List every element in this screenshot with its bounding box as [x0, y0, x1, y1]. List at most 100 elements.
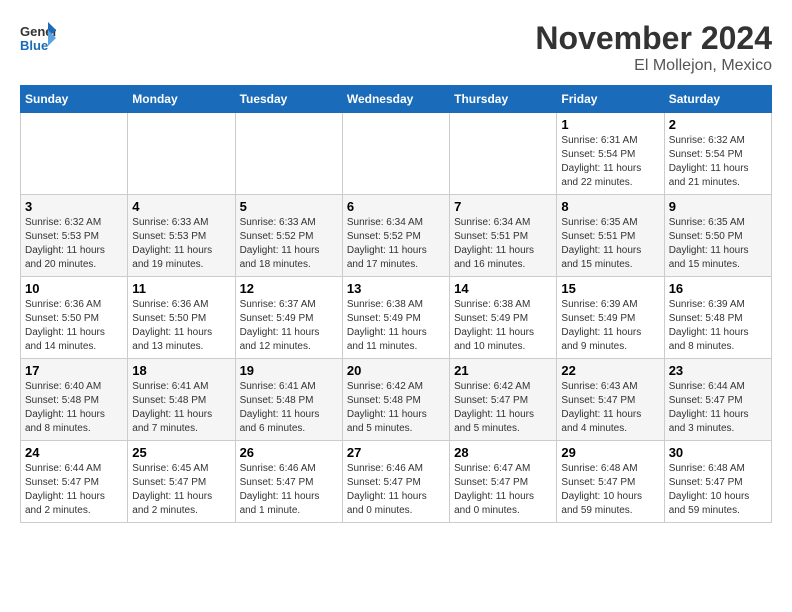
day-info: Sunrise: 6:33 AM Sunset: 5:53 PM Dayligh… [132, 216, 230, 272]
day-info: Sunrise: 6:32 AM Sunset: 5:53 PM Dayligh… [25, 216, 123, 272]
location-subtitle: El Mollejon, Mexico [535, 57, 772, 75]
calendar-cell: 21Sunrise: 6:42 AM Sunset: 5:47 PM Dayli… [450, 359, 557, 441]
calendar-cell [450, 113, 557, 195]
day-number: 19 [240, 363, 338, 378]
day-info: Sunrise: 6:35 AM Sunset: 5:51 PM Dayligh… [561, 216, 659, 272]
calendar-body: 1Sunrise: 6:31 AM Sunset: 5:54 PM Daylig… [21, 113, 772, 523]
calendar-cell: 28 Sunrise: 6:47 AM Sunset: 5:47 PM Dayli… [450, 441, 557, 523]
svg-text:Blue: Blue [20, 38, 48, 53]
day-info: Sunrise: 6:44 AM Sunset: 5:47 PM Dayligh… [669, 380, 767, 436]
day-number: 18 [132, 363, 230, 378]
page-header: General Blue November 2024 El Mollejon, … [20, 20, 772, 75]
day-number: 11 [132, 281, 230, 296]
calendar-cell: 17Sunrise: 6:40 AM Sunset: 5:48 PM Dayli… [21, 359, 128, 441]
calendar-cell: 18 Sunrise: 6:41 AM Sunset: 5:48 PM Dayli… [128, 359, 235, 441]
calendar-cell: 9 Sunrise: 6:35 AM Sunset: 5:50 PM Daylig… [664, 195, 771, 277]
day-number: 7 [454, 199, 552, 214]
day-info: Sunrise: 6:38 AM Sunset: 5:49 PM Dayligh… [454, 298, 552, 354]
calendar-cell [128, 113, 235, 195]
calendar-cell: 20 Sunrise: 6:42 AM Sunset: 5:48 PM Dayli… [342, 359, 449, 441]
day-info: Sunrise: 6:47 AM Sunset: 5:47 PM Dayligh… [454, 462, 552, 518]
day-number: 14 [454, 281, 552, 296]
day-number: 8 [561, 199, 659, 214]
calendar-cell [342, 113, 449, 195]
day-number: 12 [240, 281, 338, 296]
day-number: 5 [240, 199, 338, 214]
calendar-cell: 7Sunrise: 6:34 AM Sunset: 5:51 PM Daylig… [450, 195, 557, 277]
day-number: 25 [132, 445, 230, 460]
day-info: Sunrise: 6:31 AM Sunset: 5:54 PM Dayligh… [561, 134, 659, 190]
day-number: 20 [347, 363, 445, 378]
calendar-cell: 25 Sunrise: 6:45 AM Sunset: 5:47 PM Dayli… [128, 441, 235, 523]
day-info: Sunrise: 6:48 AM Sunset: 5:47 PM Dayligh… [561, 462, 659, 518]
day-number: 28 [454, 445, 552, 460]
calendar-cell [235, 113, 342, 195]
day-info: Sunrise: 6:37 AM Sunset: 5:49 PM Dayligh… [240, 298, 338, 354]
day-number: 3 [25, 199, 123, 214]
week-row-4: 17Sunrise: 6:40 AM Sunset: 5:48 PM Dayli… [21, 359, 772, 441]
day-info: Sunrise: 6:43 AM Sunset: 5:47 PM Dayligh… [561, 380, 659, 436]
day-info: Sunrise: 6:32 AM Sunset: 5:54 PM Dayligh… [669, 134, 767, 190]
day-number: 6 [347, 199, 445, 214]
header-row: SundayMondayTuesdayWednesdayThursdayFrid… [21, 86, 772, 113]
header-sunday: Sunday [21, 86, 128, 113]
week-row-2: 3 Sunrise: 6:32 AM Sunset: 5:53 PM Daylig… [21, 195, 772, 277]
day-info: Sunrise: 6:36 AM Sunset: 5:50 PM Dayligh… [25, 298, 123, 354]
calendar-cell: 5Sunrise: 6:33 AM Sunset: 5:52 PM Daylig… [235, 195, 342, 277]
calendar-cell: 24 Sunrise: 6:44 AM Sunset: 5:47 PM Dayli… [21, 441, 128, 523]
calendar-cell: 14 Sunrise: 6:38 AM Sunset: 5:49 PM Dayli… [450, 277, 557, 359]
header-monday: Monday [128, 86, 235, 113]
calendar-table: SundayMondayTuesdayWednesdayThursdayFrid… [20, 85, 772, 523]
day-number: 23 [669, 363, 767, 378]
day-info: Sunrise: 6:48 AM Sunset: 5:47 PM Dayligh… [669, 462, 767, 518]
day-number: 13 [347, 281, 445, 296]
month-title: November 2024 [535, 20, 772, 57]
day-info: Sunrise: 6:41 AM Sunset: 5:48 PM Dayligh… [240, 380, 338, 436]
calendar-cell: 8 Sunrise: 6:35 AM Sunset: 5:51 PM Daylig… [557, 195, 664, 277]
day-number: 10 [25, 281, 123, 296]
calendar-cell: 29 Sunrise: 6:48 AM Sunset: 5:47 PM Dayli… [557, 441, 664, 523]
day-info: Sunrise: 6:41 AM Sunset: 5:48 PM Dayligh… [132, 380, 230, 436]
calendar-cell: 13 Sunrise: 6:38 AM Sunset: 5:49 PM Dayli… [342, 277, 449, 359]
day-number: 16 [669, 281, 767, 296]
calendar-cell: 6 Sunrise: 6:34 AM Sunset: 5:52 PM Daylig… [342, 195, 449, 277]
calendar-cell: 2Sunrise: 6:32 AM Sunset: 5:54 PM Daylig… [664, 113, 771, 195]
day-number: 24 [25, 445, 123, 460]
logo-icon: General Blue [20, 20, 56, 56]
day-number: 17 [25, 363, 123, 378]
day-info: Sunrise: 6:35 AM Sunset: 5:50 PM Dayligh… [669, 216, 767, 272]
day-info: Sunrise: 6:39 AM Sunset: 5:48 PM Dayligh… [669, 298, 767, 354]
calendar-cell: 12 Sunrise: 6:37 AM Sunset: 5:49 PM Dayli… [235, 277, 342, 359]
calendar-cell: 1Sunrise: 6:31 AM Sunset: 5:54 PM Daylig… [557, 113, 664, 195]
day-info: Sunrise: 6:39 AM Sunset: 5:49 PM Dayligh… [561, 298, 659, 354]
day-number: 21 [454, 363, 552, 378]
day-number: 30 [669, 445, 767, 460]
day-number: 9 [669, 199, 767, 214]
calendar-cell: 16 Sunrise: 6:39 AM Sunset: 5:48 PM Dayli… [664, 277, 771, 359]
calendar-cell: 19 Sunrise: 6:41 AM Sunset: 5:48 PM Dayli… [235, 359, 342, 441]
calendar-cell: 26Sunrise: 6:46 AM Sunset: 5:47 PM Dayli… [235, 441, 342, 523]
week-row-5: 24 Sunrise: 6:44 AM Sunset: 5:47 PM Dayli… [21, 441, 772, 523]
day-info: Sunrise: 6:42 AM Sunset: 5:48 PM Dayligh… [347, 380, 445, 436]
week-row-1: 1Sunrise: 6:31 AM Sunset: 5:54 PM Daylig… [21, 113, 772, 195]
calendar-cell [21, 113, 128, 195]
day-info: Sunrise: 6:46 AM Sunset: 5:47 PM Dayligh… [240, 462, 338, 518]
day-info: Sunrise: 6:36 AM Sunset: 5:50 PM Dayligh… [132, 298, 230, 354]
calendar-cell: 23 Sunrise: 6:44 AM Sunset: 5:47 PM Dayli… [664, 359, 771, 441]
calendar-cell: 10 Sunrise: 6:36 AM Sunset: 5:50 PM Dayli… [21, 277, 128, 359]
week-row-3: 10 Sunrise: 6:36 AM Sunset: 5:50 PM Dayli… [21, 277, 772, 359]
header-wednesday: Wednesday [342, 86, 449, 113]
calendar-cell: 4 Sunrise: 6:33 AM Sunset: 5:53 PM Daylig… [128, 195, 235, 277]
logo: General Blue [20, 20, 56, 56]
day-number: 15 [561, 281, 659, 296]
day-number: 29 [561, 445, 659, 460]
day-info: Sunrise: 6:44 AM Sunset: 5:47 PM Dayligh… [25, 462, 123, 518]
title-block: November 2024 El Mollejon, Mexico [535, 20, 772, 75]
day-info: Sunrise: 6:45 AM Sunset: 5:47 PM Dayligh… [132, 462, 230, 518]
day-info: Sunrise: 6:38 AM Sunset: 5:49 PM Dayligh… [347, 298, 445, 354]
calendar-cell: 30 Sunrise: 6:48 AM Sunset: 5:47 PM Dayli… [664, 441, 771, 523]
day-info: Sunrise: 6:34 AM Sunset: 5:52 PM Dayligh… [347, 216, 445, 272]
day-info: Sunrise: 6:46 AM Sunset: 5:47 PM Dayligh… [347, 462, 445, 518]
header-friday: Friday [557, 86, 664, 113]
day-number: 4 [132, 199, 230, 214]
